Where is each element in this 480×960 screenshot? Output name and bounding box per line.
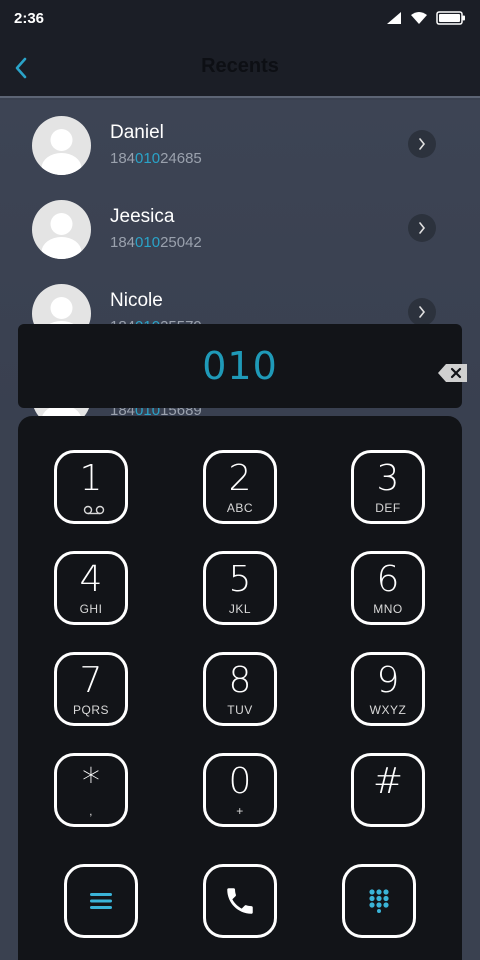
key-digit: 7 [79,660,103,701]
contact-name: Nicole [110,290,163,311]
key-letters: , [89,804,93,818]
battery-icon [436,11,465,25]
chevron-left-icon [15,57,27,79]
key-letters: PQRS [72,703,109,717]
avatar [32,200,91,259]
signal-icon [387,12,401,24]
key-9[interactable]: 9 WXYZ [351,652,425,726]
key-digit: 9 [376,660,400,701]
backspace-icon [438,364,467,382]
menu-icon [90,893,112,909]
key-letters: DEF [375,501,401,515]
key-digit: * [82,761,100,802]
menu-button[interactable] [64,864,138,938]
key-0[interactable]: 0 + [203,753,277,827]
list-item[interactable]: Jeesica 18401025042 [0,184,480,268]
key-3[interactable]: 3 DEF [351,450,425,524]
status-bar: 2:36 [0,0,480,36]
contact-name: Daniel [110,122,164,143]
key-4[interactable]: 4 GHI [54,551,128,625]
key-digit: 0 [228,761,252,802]
key-star[interactable]: * , [54,753,128,827]
contact-number: 18401024685 [110,150,202,167]
chevron-right-icon [419,306,426,318]
key-digit: 6 [376,559,400,600]
key-digit: 2 [228,458,252,499]
call-button[interactable] [203,864,277,938]
status-time: 2:36 [14,9,45,27]
key-7[interactable]: 7 PQRS [54,652,128,726]
key-digit: 1 [79,458,103,499]
key-letters: ABC [226,501,254,515]
key-digit: 5 [228,559,252,600]
dialpad-icon [369,889,389,913]
key-letters: + [236,804,244,818]
key-digit: 4 [79,559,103,600]
key-6[interactable]: 6 MNO [351,551,425,625]
key-letters: MNO [373,602,403,616]
key-letters: GHI [79,602,103,616]
voicemail-icon [83,505,105,515]
phone-icon [227,888,253,914]
backspace-button[interactable] [437,362,469,384]
status-icons [386,11,466,25]
wifi-icon [411,12,427,24]
contact-detail-button[interactable] [408,298,436,326]
contact-name: Jeesica [110,206,175,227]
contact-detail-button[interactable] [408,214,436,242]
key-2[interactable]: 2 ABC [203,450,277,524]
dialpad-toggle-button[interactable] [342,864,416,938]
contact-detail-button[interactable] [408,130,436,158]
key-digit: 8 [228,660,252,701]
dialed-number-display: 010 [18,324,467,408]
key-5[interactable]: 5 JKL [203,551,277,625]
back-button[interactable] [8,53,34,83]
key-letters: JKL [228,602,252,616]
key-letters: WXYZ [369,703,407,717]
avatar [32,116,91,175]
key-letters: TUV [227,703,253,717]
list-item[interactable]: Daniel 18401024685 [0,100,480,184]
key-1[interactable]: 1 [54,450,128,524]
key-digit: # [372,761,404,802]
dialed-number: 010 [202,344,278,388]
chevron-right-icon [419,138,426,150]
app-header: Recents [0,36,480,98]
dialpad: 1 2 ABC 3 DEF 4 GHI 5 JKL 6 MNO 7 PQRS 8… [18,416,462,960]
key-8[interactable]: 8 TUV [203,652,277,726]
page-title: Recents [201,54,279,77]
contact-number: 18401025042 [110,234,202,251]
chevron-right-icon [419,222,426,234]
key-digit: 3 [376,458,400,499]
key-hash[interactable]: # [351,753,425,827]
